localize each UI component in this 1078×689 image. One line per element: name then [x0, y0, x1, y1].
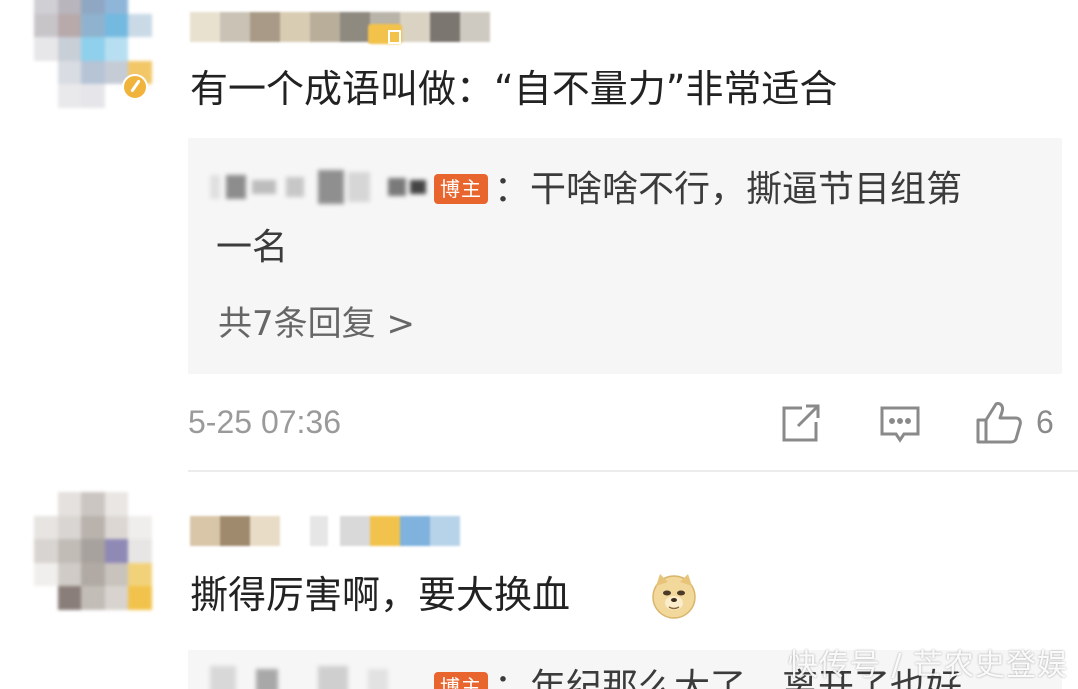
level-badge-icon: [366, 16, 406, 46]
reply-text: ：干啥啥不行，撕逼节目组第: [494, 169, 963, 210]
watermark: 快传号 / 芒农史登娱: [787, 648, 1068, 683]
comment-text: 撕得厉害啊，要大换血: [190, 573, 571, 617]
blogger-tag: 博主: [434, 174, 488, 204]
divider: [188, 470, 1078, 472]
view-replies-link[interactable]: 共7条回复 >: [218, 304, 415, 344]
reply-username[interactable]: [210, 664, 388, 689]
username[interactable]: [190, 516, 460, 546]
comment-item: 有一个成语叫做：“自不量力”非常适合 博主 ：干啥啥不行，撕逼节目组第 一名 共…: [0, 0, 1078, 480]
doge-emoji-icon: [652, 574, 696, 619]
avatar[interactable]: [34, 492, 152, 610]
blogger-tag: 博主: [434, 672, 488, 689]
username[interactable]: [190, 12, 490, 42]
reply-box[interactable]: 博主 ：干啥啥不行，撕逼节目组第 一名 共7条回复 >: [188, 138, 1062, 374]
comment-timestamp: 5-25 07:36: [188, 404, 342, 440]
like-icon[interactable]: [974, 398, 1024, 448]
comment-icon[interactable]: [878, 402, 922, 446]
verified-badge-icon: [122, 74, 148, 100]
reply-text-continued: 一名: [216, 227, 289, 268]
share-icon[interactable]: [778, 402, 822, 446]
comment-text: 有一个成语叫做：“自不量力”非常适合: [190, 67, 838, 111]
like-count: 6: [1036, 404, 1054, 440]
reply-username[interactable]: [210, 170, 426, 204]
